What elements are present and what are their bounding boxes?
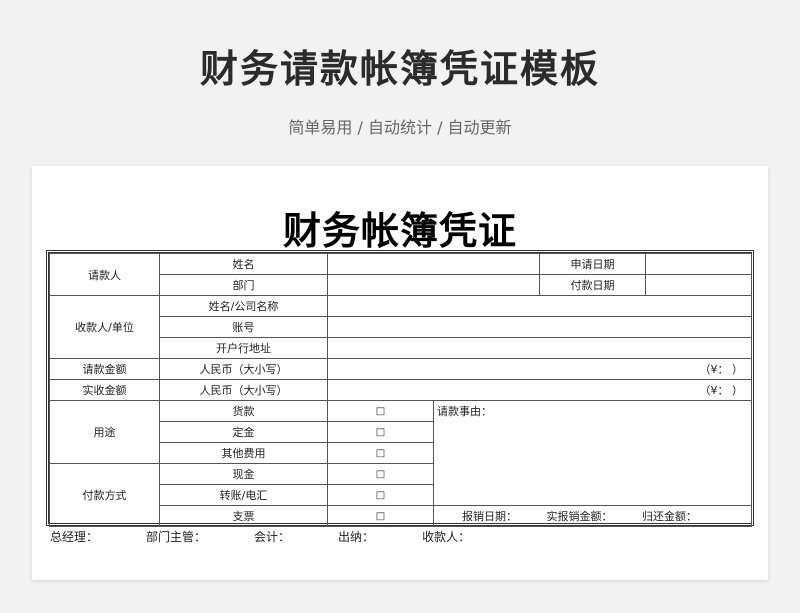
table-row: 用途 货款 □ 请款事由： bbox=[49, 400, 752, 506]
reimburse-date-label: 报销日期： bbox=[462, 510, 517, 523]
payment-option-transfer: 转账/电汇 bbox=[159, 484, 328, 506]
purpose-option-deposit: 定金 bbox=[159, 421, 328, 443]
request-amount-field[interactable]: （¥： ） bbox=[327, 358, 752, 380]
table-row: 实收金额 人民币（大小写） （¥： ） bbox=[49, 379, 752, 401]
table-row: 请款金额 人民币（大小写） （¥： ） bbox=[49, 358, 752, 380]
request-amount-yen: （¥： ） bbox=[699, 363, 744, 376]
request-amount-label: 请款金额 bbox=[49, 358, 160, 380]
actual-amount-rmb-label: 人民币（大小写） bbox=[159, 379, 328, 401]
payment-option-cash: 现金 bbox=[159, 463, 328, 485]
payment-method-label: 付款方式 bbox=[49, 463, 160, 527]
apply-date-field[interactable] bbox=[645, 253, 752, 275]
requester-dept-field[interactable] bbox=[327, 274, 540, 296]
payee-name-label: 姓名/公司名称 bbox=[159, 295, 328, 317]
payee-account-label: 账号 bbox=[159, 316, 328, 338]
requester-dept-label: 部门 bbox=[159, 274, 328, 296]
actual-amount-yen: （¥： ） bbox=[699, 384, 744, 397]
purpose-option-other: 其他费用 bbox=[159, 442, 328, 464]
payment-cash-checkbox[interactable]: □ bbox=[327, 463, 434, 485]
requester-label: 请款人 bbox=[49, 253, 160, 296]
reason-label: 请款事由： bbox=[437, 405, 492, 418]
document-title: 财务帐簿凭证 bbox=[282, 209, 517, 253]
requester-name-field[interactable] bbox=[327, 253, 540, 275]
voucher-form-frame: 请款人 姓名 申请日期 部门 付款日期 收款人/单位 姓名/公司名称 账号 开户… bbox=[46, 250, 754, 527]
dept-head-signature-label: 部门主管： bbox=[146, 530, 207, 544]
request-amount-rmb-label: 人民币（大小写） bbox=[159, 358, 328, 380]
payment-transfer-checkbox[interactable]: □ bbox=[327, 484, 434, 506]
cashier-signature-label: 出纳： bbox=[338, 530, 375, 544]
voucher-form-table: 请款人 姓名 申请日期 部门 付款日期 收款人/单位 姓名/公司名称 账号 开户… bbox=[49, 253, 752, 527]
purpose-other-checkbox[interactable]: □ bbox=[327, 442, 434, 464]
gm-signature-label: 总经理： bbox=[50, 530, 99, 544]
pay-date-label: 付款日期 bbox=[539, 274, 646, 296]
payee-bank-field[interactable] bbox=[327, 337, 752, 359]
return-amount-label: 归还金额： bbox=[642, 510, 697, 523]
apply-date-label: 申请日期 bbox=[539, 253, 646, 275]
pay-date-field[interactable] bbox=[645, 274, 752, 296]
reimburse-info-row: 报销日期： 实报销金额： 归还金额： bbox=[433, 505, 752, 527]
payee-name-field[interactable] bbox=[327, 295, 752, 317]
reason-field[interactable]: 请款事由： bbox=[433, 400, 752, 506]
purpose-option-goods: 货款 bbox=[159, 400, 328, 422]
payment-option-cheque: 支票 bbox=[159, 505, 328, 527]
voucher-sheet: 财务帐簿凭证 请款人 姓名 申请日期 部门 付款日期 收款人/单位 姓名/公司名… bbox=[32, 166, 768, 580]
purpose-label: 用途 bbox=[49, 400, 160, 464]
page-subtitle: 简单易用 / 自动统计 / 自动更新 bbox=[288, 118, 512, 137]
actual-amount-label: 实收金额 bbox=[49, 379, 160, 401]
requester-name-label: 姓名 bbox=[159, 253, 328, 275]
payee-bank-label: 开户行地址 bbox=[159, 337, 328, 359]
table-row: 收款人/单位 姓名/公司名称 bbox=[49, 295, 752, 359]
actual-amount-field[interactable]: （¥： ） bbox=[327, 379, 752, 401]
actual-reimburse-label: 实报销金额： bbox=[546, 510, 613, 523]
accountant-signature-label: 会计： bbox=[254, 530, 291, 544]
purpose-deposit-checkbox[interactable]: □ bbox=[327, 421, 434, 443]
page-title: 财务请款帐簿凭证模板 bbox=[199, 47, 600, 91]
signature-row: 总经理： 部门主管： 会计： 出纳： 收款人： bbox=[50, 528, 750, 545]
table-row: 请款人 姓名 申请日期 bbox=[49, 253, 752, 296]
payee-account-field[interactable] bbox=[327, 316, 752, 338]
purpose-goods-checkbox[interactable]: □ bbox=[327, 400, 434, 422]
receiver-signature-label: 收款人： bbox=[422, 530, 471, 544]
payee-label: 收款人/单位 bbox=[49, 295, 160, 359]
payment-cheque-checkbox[interactable]: □ bbox=[327, 505, 434, 527]
